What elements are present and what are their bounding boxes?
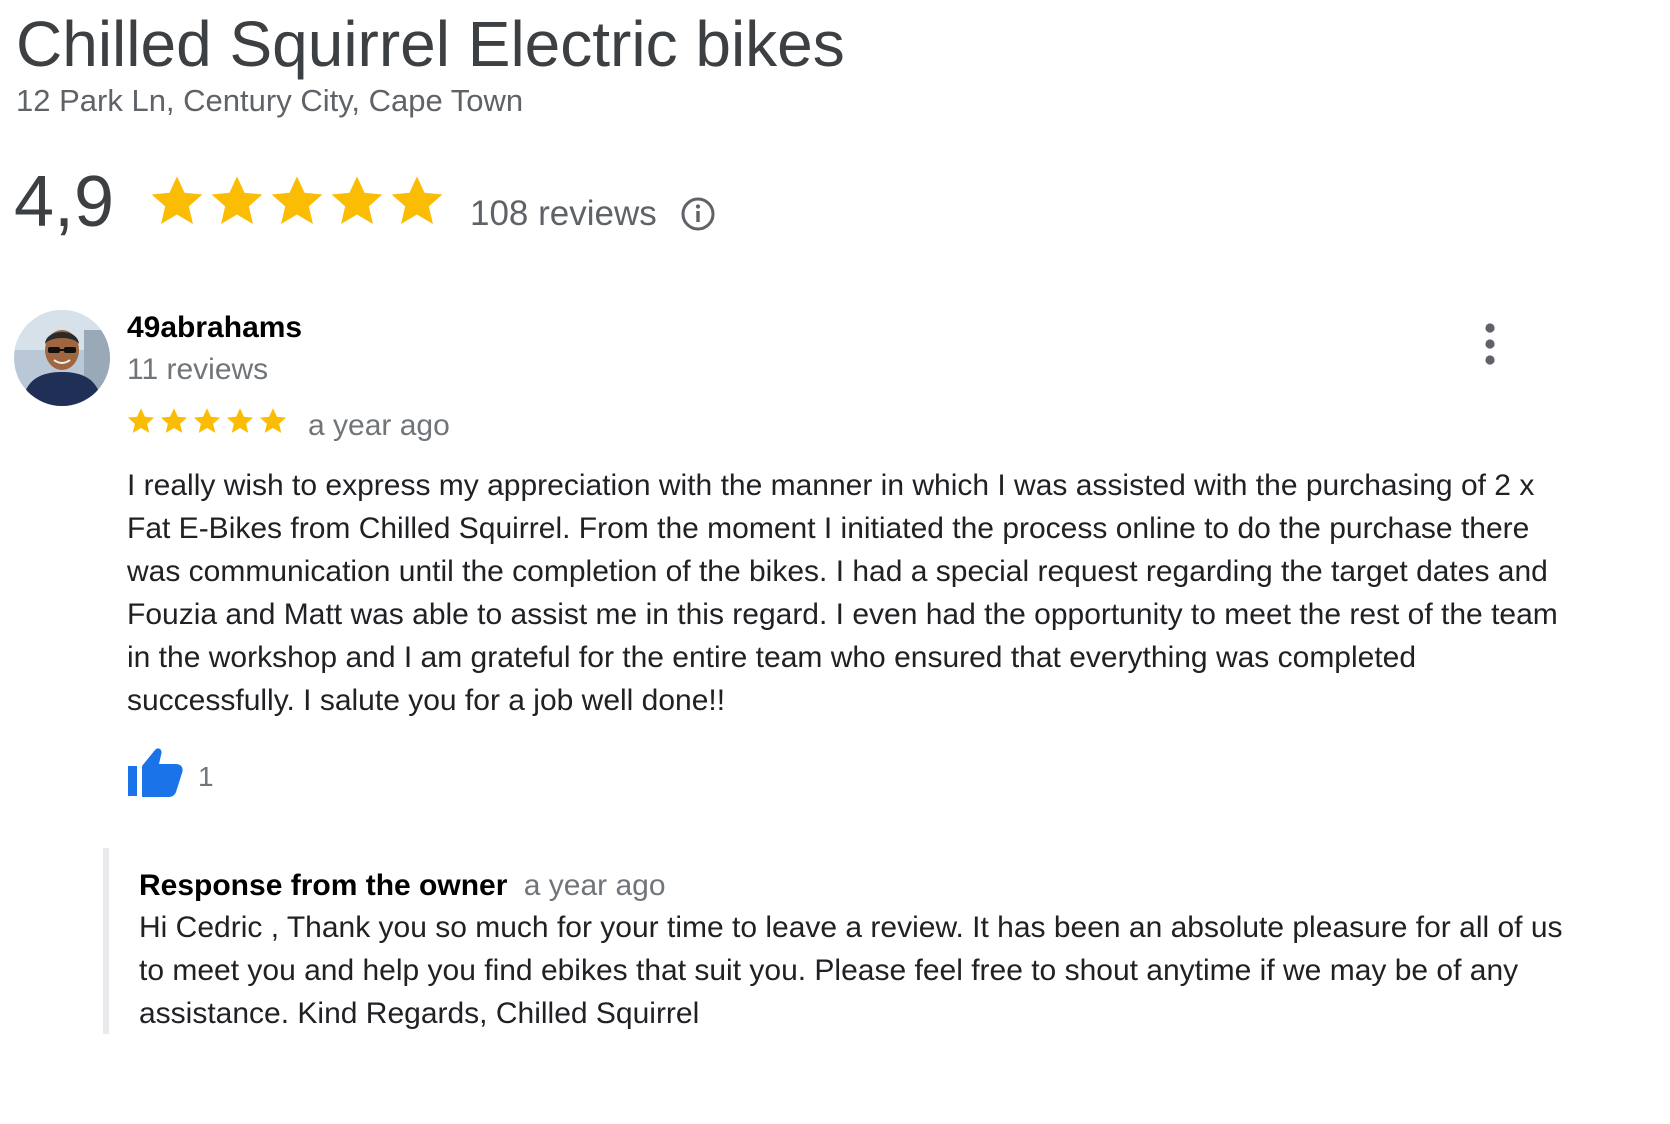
star-icon	[151, 176, 203, 224]
owner-response-time: a year ago	[523, 869, 666, 902]
owner-response-label: Response from the owner	[139, 869, 508, 902]
business-name: Chilled Squirrel Electric bikes	[16, 8, 845, 80]
star-icon	[226, 408, 254, 433]
thumbs-up-icon[interactable]	[126, 746, 186, 802]
avatar[interactable]	[14, 310, 110, 406]
reviewer-review-count: 11 reviews	[127, 353, 269, 386]
business-address: 12 Park Ln, Century City, Cape Town	[16, 83, 524, 118]
rating-value: 4,9	[14, 162, 115, 242]
star-icon	[211, 176, 263, 224]
reviewer-name[interactable]: 49abrahams	[127, 310, 302, 346]
star-icon	[160, 408, 188, 433]
owner-response: Response from the owner a year ago Hi Ce…	[103, 848, 1569, 1034]
star-icon	[127, 408, 155, 433]
star-icon	[271, 176, 323, 224]
star-icon	[391, 176, 443, 224]
review-text: I really wish to express my appreciation…	[127, 469, 1558, 717]
review-count-link[interactable]: 108 reviews	[470, 192, 657, 236]
owner-response-text: Hi Cedric , Thank you so much for your t…	[139, 911, 1563, 1030]
more-vert-icon[interactable]	[1470, 320, 1510, 368]
owner-response-header: Response from the owner a year ago	[139, 868, 666, 904]
review-stars	[126, 406, 288, 436]
star-icon	[259, 408, 287, 433]
like-count: 1	[198, 761, 214, 792]
review-time: a year ago	[308, 409, 450, 442]
rating-stars	[148, 172, 446, 232]
info-icon[interactable]	[680, 196, 716, 232]
star-icon	[193, 408, 221, 433]
star-icon	[331, 176, 383, 224]
rating-summary: 4,9 108 reviews	[14, 162, 914, 242]
avatar-photo	[14, 310, 110, 406]
